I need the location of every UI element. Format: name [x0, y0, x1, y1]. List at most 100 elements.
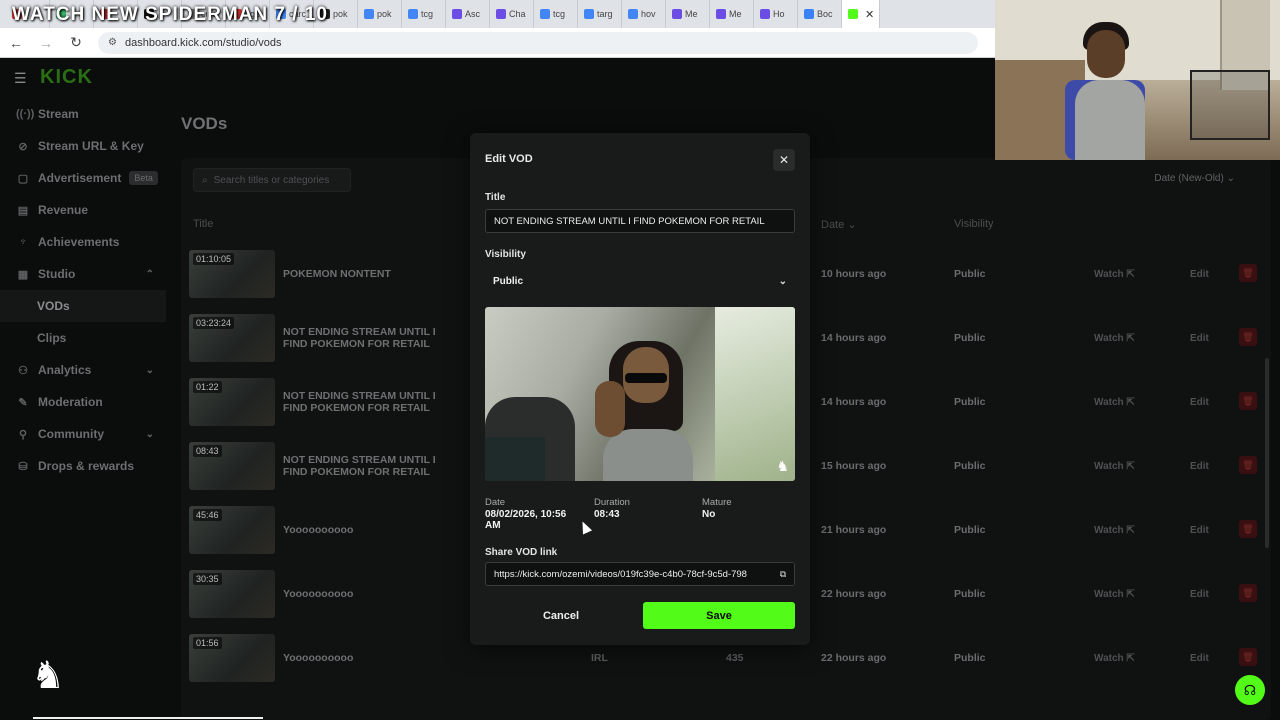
trash-icon[interactable]: 🗑 [1239, 520, 1257, 538]
edit-button[interactable]: Edit [1190, 333, 1209, 344]
browser-tab[interactable]: Ho [754, 0, 798, 28]
edit-button[interactable]: Edit [1190, 589, 1209, 600]
vod-thumbnail[interactable]: 08:43 [189, 442, 275, 490]
tab-favicon-icon [540, 9, 550, 19]
scrollbar[interactable] [1265, 358, 1269, 548]
column-header-title[interactable]: Title [193, 218, 213, 230]
address-bar[interactable]: ⚙ dashboard.kick.com/studio/vods [98, 31, 978, 54]
edit-button[interactable]: Edit [1190, 397, 1209, 408]
vod-thumbnail[interactable]: 01:22 [189, 378, 275, 426]
sort-dropdown[interactable]: Date (New-Old) ⌄ [1154, 173, 1235, 184]
vod-thumbnail[interactable]: 45:46 [189, 506, 275, 554]
watch-link[interactable]: Watch ⇱ [1094, 269, 1135, 280]
tab-label: hov [641, 9, 656, 19]
edit-button[interactable]: Edit [1190, 269, 1209, 280]
title-field[interactable]: NOT ENDING STREAM UNTIL I FIND POKEMON F… [485, 209, 795, 233]
vod-thumbnail[interactable]: 03:23:24 [189, 314, 275, 362]
sidebar-subitem-vods[interactable]: VODs [0, 290, 166, 322]
edit-button[interactable]: Edit [1190, 525, 1209, 536]
sidebar-item-label: Community [38, 427, 104, 441]
forward-icon[interactable]: → [38, 35, 54, 51]
browser-tab[interactable]: tcg [402, 0, 446, 28]
sidebar-item-advertisement[interactable]: ▢ Advertisement Beta [0, 162, 166, 194]
watch-link[interactable]: Watch ⇱ [1094, 461, 1135, 472]
tab-label: pok [333, 9, 348, 19]
watch-link[interactable]: Watch ⇱ [1094, 653, 1135, 664]
edit-button[interactable]: Edit [1190, 461, 1209, 472]
vod-thumbnail[interactable]: 30:35 [189, 570, 275, 618]
tab-label: Me [685, 9, 698, 19]
browser-tab[interactable]: Asc [446, 0, 490, 28]
vod-date: 14 hours ago [821, 396, 887, 408]
browser-tab[interactable]: targ [578, 0, 622, 28]
back-icon[interactable]: ← [8, 35, 24, 51]
chevron-icon[interactable]: ⌄ [146, 429, 154, 440]
kick-logo[interactable]: KICK [40, 66, 93, 89]
mature-value: No [702, 509, 716, 520]
sidebar-item-drops-rewards[interactable]: ⛁ Drops & rewards [0, 450, 166, 482]
tab-label: Cha [509, 9, 526, 19]
browser-tab[interactable]: Me [710, 0, 754, 28]
vod-title: NOT ENDING STREAM UNTIL I FIND POKEMON F… [283, 390, 436, 414]
trash-icon[interactable]: 🗑 [1239, 392, 1257, 410]
copy-icon[interactable]: ⧉ [772, 563, 794, 585]
close-icon[interactable]: ✕ [773, 149, 795, 171]
support-chat-icon[interactable]: ☊ [1235, 675, 1265, 705]
trash-icon[interactable]: 🗑 [1239, 584, 1257, 602]
vod-thumbnail[interactable]: 01:10:05 [189, 250, 275, 298]
trash-icon[interactable]: 🗑 [1239, 648, 1257, 666]
tab-favicon-icon [408, 9, 418, 19]
vod-thumbnail-preview: ♞ [485, 307, 795, 481]
sidebar-item-moderation[interactable]: ✎ Moderation [0, 386, 166, 418]
sort-label: Date (New-Old) [1154, 173, 1224, 184]
sidebar-item-achievements[interactable]: ♆ Achievements [0, 226, 166, 258]
search-input[interactable]: ⌕ Search titles or categories [193, 168, 351, 192]
share-link-field[interactable]: https://kick.com/ozemi/videos/019fc39e-c… [485, 562, 795, 586]
duration-badge: 01:10:05 [193, 253, 235, 265]
sidebar-item-studio[interactable]: ▦ Studio ⌃ [0, 258, 166, 290]
chevron-icon[interactable]: ⌄ [146, 365, 154, 376]
vod-visibility: Public [954, 460, 986, 472]
watch-link[interactable]: Watch ⇱ [1094, 397, 1135, 408]
watch-link[interactable]: Watch ⇱ [1094, 333, 1135, 344]
watch-link[interactable]: Watch ⇱ [1094, 589, 1135, 600]
column-header-date[interactable]: Date ⌄ [821, 218, 857, 231]
trash-icon[interactable]: 🗑 [1239, 456, 1257, 474]
browser-tab[interactable]: tcg [534, 0, 578, 28]
vod-visibility: Public [954, 524, 986, 536]
sidebar-item-analytics[interactable]: ⚇ Analytics ⌄ [0, 354, 166, 386]
browser-tab[interactable]: Me [666, 0, 710, 28]
stream-overlay-title: WATCH NEW SPIDERMAN 7 / 10 [12, 4, 328, 25]
visibility-select[interactable]: Public ⌄ [485, 269, 795, 293]
tab-favicon-icon [760, 9, 770, 19]
trash-icon[interactable]: 🗑 [1239, 328, 1257, 346]
browser-tab[interactable]: hov [622, 0, 666, 28]
browser-tab-active[interactable]: ✕ [842, 0, 880, 28]
share-link-value: https://kick.com/ozemi/videos/019fc39e-c… [494, 568, 747, 580]
sidebar-item-community[interactable]: ⚲ Community ⌄ [0, 418, 166, 450]
edit-button[interactable]: Edit [1190, 653, 1209, 664]
chevron-icon[interactable]: ⌃ [146, 269, 154, 280]
browser-tab[interactable]: Boc [798, 0, 842, 28]
save-button[interactable]: Save [643, 602, 795, 629]
cancel-button[interactable]: Cancel [485, 602, 637, 629]
ad-icon: ▢ [17, 172, 29, 185]
menu-icon[interactable]: ☰ [14, 70, 27, 87]
site-info-icon[interactable]: ⚙ [108, 37, 117, 48]
sidebar-item-stream[interactable]: ((·)) Stream [0, 98, 166, 130]
sidebar-item-revenue[interactable]: ▤ Revenue [0, 194, 166, 226]
browser-tab[interactable]: Cha [490, 0, 534, 28]
browser-tab[interactable]: pok [358, 0, 402, 28]
webcam-overlay [995, 0, 1280, 160]
trash-icon[interactable]: 🗑 [1239, 264, 1257, 282]
vod-thumbnail[interactable]: 01:56 [189, 634, 275, 682]
title-label: Title [485, 192, 506, 203]
reload-icon[interactable]: ↻ [68, 34, 84, 51]
sidebar-subitem-clips[interactable]: Clips [0, 322, 166, 354]
sidebar-item-stream-url-key[interactable]: ⊘ Stream URL & Key [0, 130, 166, 162]
close-tab-icon[interactable]: ✕ [865, 8, 874, 21]
chevron-down-icon: ⌄ [1226, 173, 1235, 184]
sidebar-nav: ((·)) Stream ⊘ Stream URL & Key ▢ Advertiseme… [0, 98, 166, 482]
watch-link[interactable]: Watch ⇱ [1094, 525, 1135, 536]
tab-favicon-icon [584, 9, 594, 19]
